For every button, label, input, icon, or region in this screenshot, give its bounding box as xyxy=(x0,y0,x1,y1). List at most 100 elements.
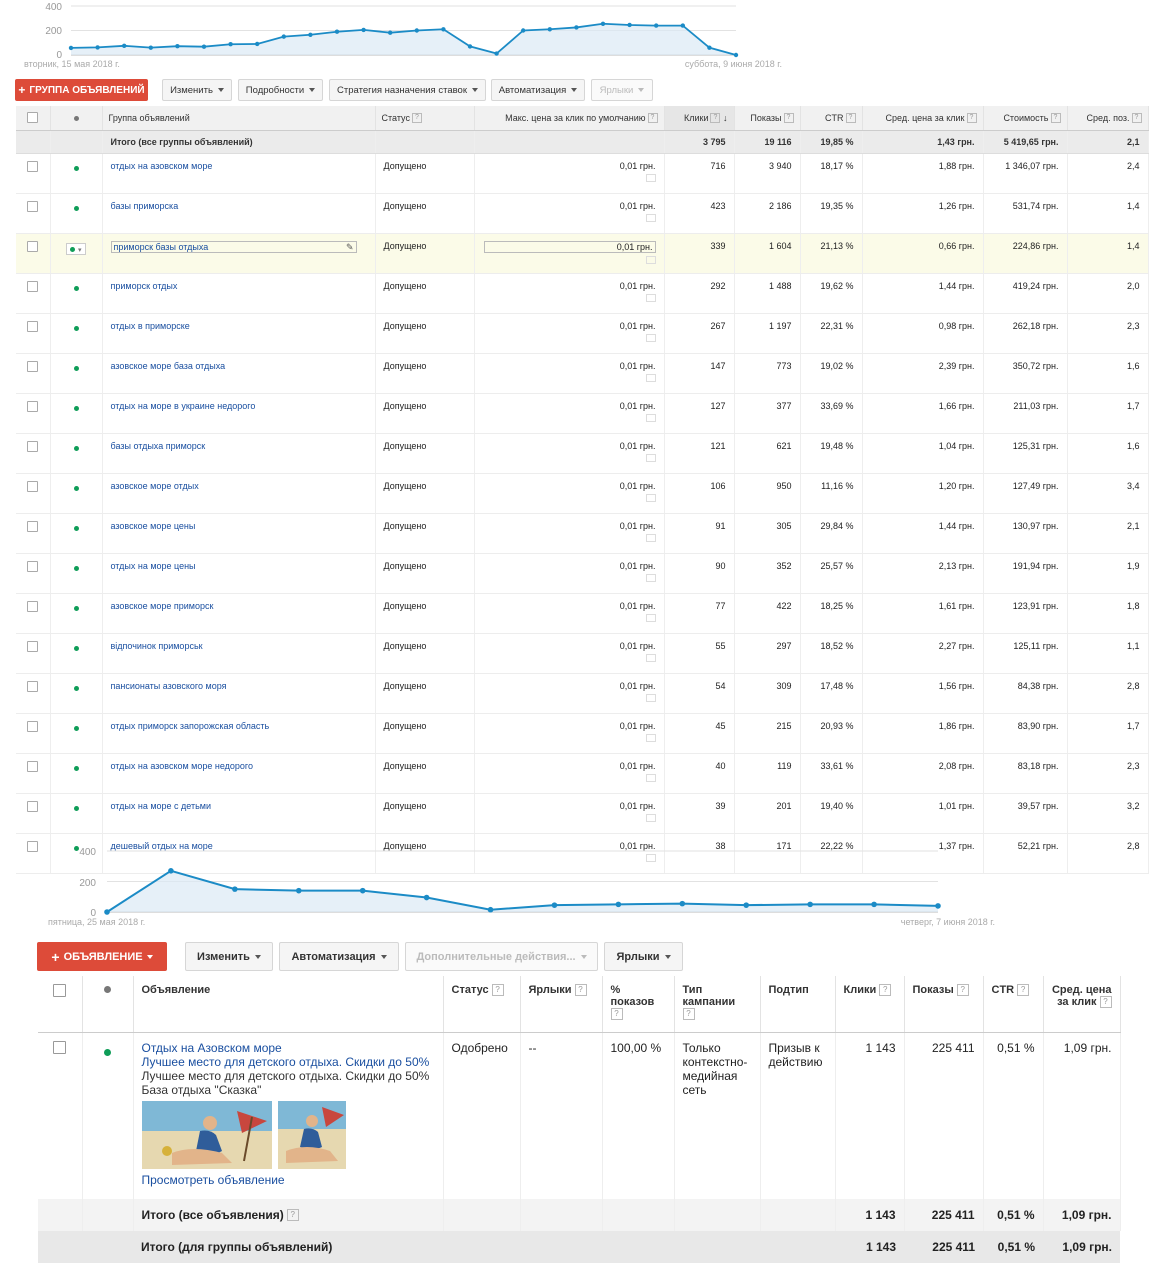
data-point[interactable] xyxy=(733,52,739,58)
labels-ad-dropdown-button[interactable]: Ярлыки xyxy=(604,942,683,971)
automation-ad-dropdown-button[interactable]: Автоматизация xyxy=(279,942,399,971)
row-checkbox[interactable] xyxy=(27,281,39,292)
status-dropdown[interactable]: ▾ xyxy=(66,243,86,255)
bid-edit-icon[interactable] xyxy=(645,814,656,822)
data-point[interactable] xyxy=(168,868,174,874)
col-header-clicks[interactable]: Клики? ↓ xyxy=(664,106,735,131)
help-icon[interactable]: ? xyxy=(610,1008,623,1021)
help-icon[interactable]: ? xyxy=(956,984,969,997)
max-cpc-value[interactable]: 0,01 грн. xyxy=(620,201,656,211)
help-icon[interactable]: ? xyxy=(1131,113,1142,124)
data-point[interactable] xyxy=(148,45,153,50)
help-icon[interactable]: ? xyxy=(783,113,794,124)
col-header-impressions[interactable]: Показы? xyxy=(734,106,801,131)
add-ad-button[interactable]: + ОБЪЯВЛЕНИЕ xyxy=(37,942,167,971)
max-cpc-value[interactable]: 0,01 грн. xyxy=(620,441,656,451)
adgroup-name-link[interactable]: отдых на море цены xyxy=(111,561,196,571)
col-header-subtype[interactable]: Подтип xyxy=(760,976,836,1033)
row-checkbox[interactable] xyxy=(53,1041,67,1054)
data-point[interactable] xyxy=(521,28,526,33)
max-cpc-value[interactable]: 0,01 грн. xyxy=(620,681,656,691)
max-cpc-value[interactable]: 0,01 грн. xyxy=(620,401,656,411)
data-point[interactable] xyxy=(467,44,473,49)
max-cpc-value[interactable]: 0,01 грн. xyxy=(620,721,656,731)
row-checkbox[interactable] xyxy=(27,721,39,732)
pencil-icon[interactable]: ✎ xyxy=(346,242,354,253)
data-point[interactable] xyxy=(334,29,340,34)
data-point[interactable] xyxy=(547,27,552,32)
bid-edit-icon[interactable] xyxy=(645,174,656,182)
max-cpc-value[interactable]: 0,01 грн. xyxy=(620,521,656,531)
bid-edit-icon[interactable] xyxy=(645,774,656,782)
row-checkbox[interactable] xyxy=(27,761,39,772)
help-icon[interactable]: ? xyxy=(710,113,721,124)
data-point[interactable] xyxy=(175,43,180,49)
data-point[interactable] xyxy=(104,909,110,915)
data-point[interactable] xyxy=(487,906,494,913)
bid-edit-icon[interactable] xyxy=(645,694,656,702)
adgroup-name-link[interactable]: базы приморска xyxy=(111,201,179,211)
row-checkbox[interactable] xyxy=(27,241,39,252)
max-cpc-value[interactable]: 0,01 грн. xyxy=(620,761,656,771)
data-point[interactable] xyxy=(359,887,366,894)
bid-edit-icon[interactable] xyxy=(645,374,656,382)
row-checkbox[interactable] xyxy=(27,201,39,212)
bid-strategy-dropdown-button[interactable]: Стратегия назначения ставок xyxy=(329,79,486,101)
automation-dropdown-button[interactable]: Автоматизация xyxy=(491,79,585,101)
data-point[interactable] xyxy=(935,903,941,909)
adgroup-name-link[interactable]: отдых на море в украине недорого xyxy=(111,401,256,411)
max-cpc-value[interactable]: 0,01 грн. xyxy=(620,641,656,651)
bid-edit-icon[interactable] xyxy=(645,256,656,264)
data-point[interactable] xyxy=(574,25,579,30)
data-point[interactable] xyxy=(654,23,659,28)
data-point[interactable] xyxy=(361,27,366,33)
help-icon[interactable]: ? xyxy=(574,984,587,997)
col-header-ad[interactable]: Объявление xyxy=(133,976,444,1033)
data-point[interactable] xyxy=(201,44,207,49)
adgroup-name-link[interactable]: отдых в приморске xyxy=(111,321,190,331)
view-ad-link[interactable]: Просмотреть объявление xyxy=(142,1173,435,1187)
data-point[interactable] xyxy=(308,32,313,37)
max-cpc-value[interactable]: 0,01 грн. xyxy=(620,321,656,331)
data-point[interactable] xyxy=(68,45,74,51)
help-icon[interactable]: ? xyxy=(879,984,892,997)
max-cpc-value[interactable]: 0,01 грн. xyxy=(620,801,656,811)
ad-headline-link[interactable]: Отдых на Азовском море xyxy=(142,1041,435,1055)
status-enabled-dot-icon[interactable] xyxy=(73,526,79,531)
data-point[interactable] xyxy=(95,45,100,50)
bid-edit-icon[interactable] xyxy=(645,654,656,662)
bid-edit-icon[interactable] xyxy=(645,214,656,222)
row-checkbox[interactable] xyxy=(27,441,39,452)
col-header-avg-cpc[interactable]: Сред. цена за клик? xyxy=(1043,976,1121,1033)
row-checkbox[interactable] xyxy=(27,521,39,532)
status-enabled-dot-icon[interactable] xyxy=(73,646,79,651)
max-cpc-value[interactable]: 0,01 грн. xyxy=(620,561,656,571)
status-enabled-dot-icon[interactable] xyxy=(104,1049,111,1056)
data-point[interactable] xyxy=(600,21,606,26)
bid-edit-icon[interactable] xyxy=(645,334,656,342)
status-enabled-dot-icon[interactable] xyxy=(73,606,79,611)
row-checkbox[interactable] xyxy=(27,801,39,812)
edit-ad-dropdown-button[interactable]: Изменить xyxy=(185,942,273,971)
data-point[interactable] xyxy=(423,894,430,901)
help-icon[interactable]: ? xyxy=(1050,113,1061,124)
status-enabled-dot-icon[interactable] xyxy=(73,686,79,691)
data-point[interactable] xyxy=(281,34,286,39)
bid-edit-icon[interactable] xyxy=(645,294,656,302)
row-checkbox[interactable] xyxy=(27,401,39,412)
col-header-status[interactable]: Статус? xyxy=(443,976,521,1033)
adgroup-name-link[interactable]: азовское море отдых xyxy=(111,481,199,491)
help-icon[interactable]: ? xyxy=(491,984,504,997)
col-header-labels[interactable]: Ярлыки? xyxy=(520,976,603,1033)
data-point[interactable] xyxy=(551,902,558,908)
select-all-checkbox[interactable] xyxy=(27,111,39,123)
adgroup-name-link[interactable]: отдых на море с детьми xyxy=(111,801,212,811)
data-point[interactable] xyxy=(414,28,419,33)
help-icon[interactable]: ? xyxy=(966,113,977,124)
status-enabled-dot-icon[interactable] xyxy=(73,406,79,411)
help-icon[interactable]: ? xyxy=(1099,996,1112,1009)
data-point[interactable] xyxy=(871,901,877,908)
data-point[interactable] xyxy=(232,886,238,892)
data-point[interactable] xyxy=(680,23,685,28)
data-point[interactable] xyxy=(743,902,750,908)
